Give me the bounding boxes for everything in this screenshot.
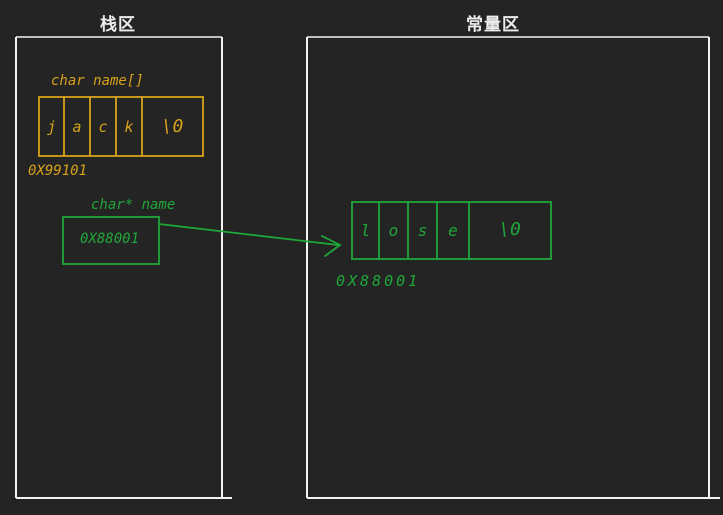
stack-region-title: 栈区 [100,15,136,35]
stack-region [15,36,232,499]
array-cell: a [72,118,82,136]
string-cell: o [388,221,399,240]
array-label: char name[] [51,73,144,89]
string-cell: s [417,221,428,240]
pointer-value: 0X88001 [80,231,140,247]
string-address: 0X88001 [336,272,421,290]
array-cell: j [46,118,57,136]
array-cell: k [124,118,134,136]
constant-region-title: 常量区 [466,15,520,35]
constant-region [306,36,720,499]
array-address: 0X99101 [28,163,88,179]
array-cell: \0 [161,116,184,137]
pointer-arrow [158,223,342,257]
string-cell: e [448,221,458,240]
string-cell: l [360,221,371,240]
string-cell: \0 [499,219,521,240]
pointer-label: char* name [91,197,176,213]
array-cell: c [98,118,108,136]
